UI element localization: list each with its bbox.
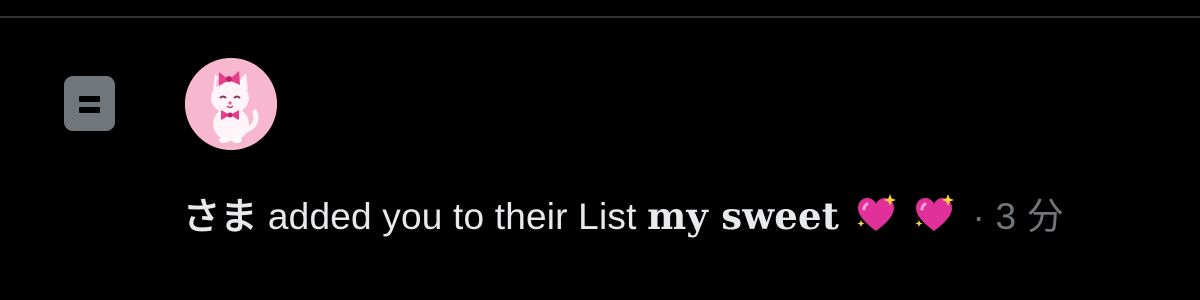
- avatar[interactable]: [185, 58, 277, 150]
- timestamp: 3 分: [995, 196, 1064, 237]
- list-icon: [64, 76, 115, 131]
- pink-cat-avatar-icon: [185, 58, 277, 150]
- action-text: added you to their List: [267, 196, 637, 237]
- separator-dot: ·: [972, 196, 986, 237]
- sparkling-heart-icon: [854, 193, 898, 237]
- notification-text: さま added you to their List my sweet · 3 …: [183, 190, 1153, 243]
- list-name[interactable]: my sweet: [647, 194, 839, 238]
- sender-name[interactable]: さま: [183, 196, 257, 237]
- notification-item[interactable]: さま added you to their List my sweet · 3 …: [0, 0, 1200, 282]
- sparkling-heart-icon: [912, 193, 956, 237]
